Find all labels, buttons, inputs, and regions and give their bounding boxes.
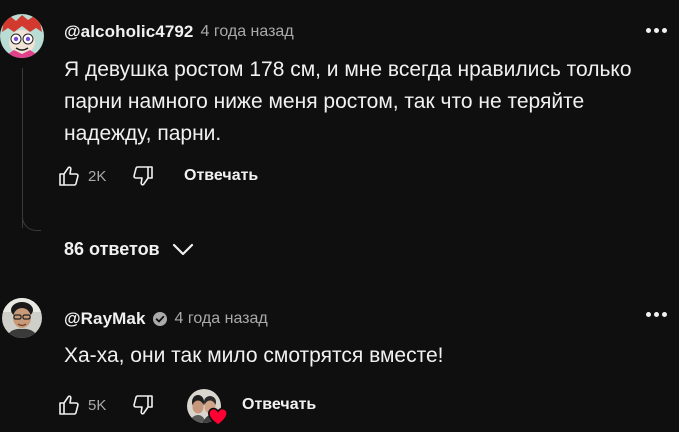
thumbs-up-icon xyxy=(59,395,79,415)
thumbs-up-icon xyxy=(59,166,79,186)
replies-toggle-button[interactable]: 86 ответов xyxy=(52,230,208,268)
comment-author-line: @RayMak 4 года назад xyxy=(64,307,268,331)
comment-text: Ха-ха, они так мило смотрятся вместе! xyxy=(64,344,444,367)
comment-timestamp[interactable]: 4 года назад xyxy=(175,310,268,328)
like-count: 5K xyxy=(88,396,107,414)
thread-line xyxy=(22,68,23,228)
comment-toolbar: 2K Отвечать xyxy=(54,160,258,192)
comment-author-handle[interactable]: @RayMak xyxy=(64,309,146,329)
comment-text-line: надежду, парни. xyxy=(64,122,222,145)
dislike-button[interactable] xyxy=(128,161,158,191)
verified-badge-icon xyxy=(152,311,168,327)
reply-button[interactable]: Отвечать xyxy=(242,396,316,414)
creator-heart xyxy=(186,388,229,428)
comment-text-line: Я девушка ростом 178 см, и мне всегда нр… xyxy=(64,58,632,81)
thumbs-down-icon xyxy=(133,166,153,186)
cartoon-avatar-icon xyxy=(0,14,44,58)
comment-author-line: @alcoholic4792 4 года назад xyxy=(64,20,294,44)
like-count: 2K xyxy=(88,167,107,185)
reply-button[interactable]: Отвечать xyxy=(184,167,258,185)
thread-connector xyxy=(22,214,41,231)
avatar[interactable] xyxy=(0,14,44,58)
comment-text-line: парни намного ниже меня ростом, так что … xyxy=(64,90,585,113)
thumbs-down-icon xyxy=(133,395,153,415)
like-button[interactable] xyxy=(54,390,84,420)
like-button[interactable] xyxy=(54,161,84,191)
comment-author-handle[interactable]: @alcoholic4792 xyxy=(64,22,193,42)
heart-icon xyxy=(207,407,229,426)
chevron-down-icon xyxy=(172,243,193,256)
avatar[interactable] xyxy=(2,298,42,338)
photo-avatar-icon xyxy=(2,298,42,338)
dislike-button[interactable] xyxy=(128,390,158,420)
comments-section: @alcoholic4792 4 года назад Я девушка ро… xyxy=(0,0,679,432)
more-actions-icon[interactable] xyxy=(642,18,670,42)
comment-timestamp[interactable]: 4 года назад xyxy=(200,23,293,41)
replies-count-label: 86 ответов xyxy=(64,238,160,259)
more-actions-icon[interactable] xyxy=(642,302,670,326)
